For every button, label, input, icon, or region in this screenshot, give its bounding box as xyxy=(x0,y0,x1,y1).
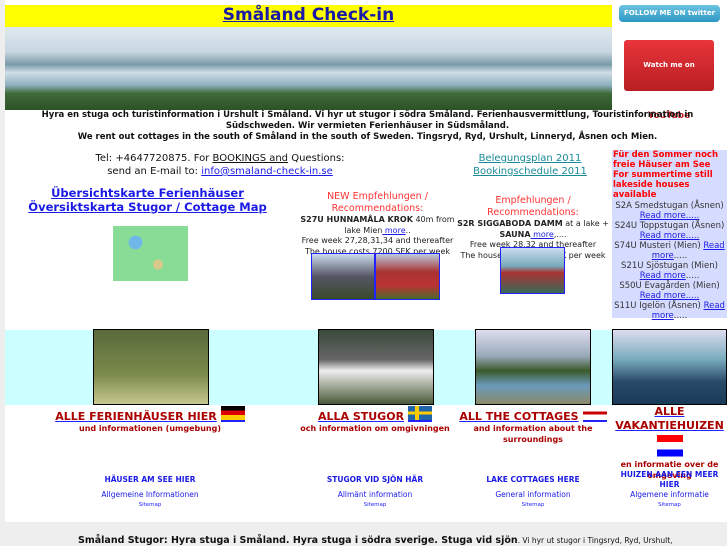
cottage-photo[interactable] xyxy=(375,253,440,300)
schedule-links: Belegungsplan 2011 Bookingschedule 2011 xyxy=(460,152,600,178)
english-links: LAKE COTTAGES HERE General information S… xyxy=(486,475,580,508)
available-houses-panel: Für den Sommer noch freie Häuser am See … xyxy=(612,150,727,321)
list-item: S2A Smedstugan (Åsnen) Read more..... xyxy=(615,201,724,221)
uk-flag-icon[interactable] xyxy=(582,406,607,422)
lake-banner-image xyxy=(5,27,612,110)
sweden-flag-icon[interactable] xyxy=(408,406,433,422)
read-more-link[interactable]: Read more xyxy=(640,271,686,281)
belegungsplan-link[interactable]: Belegungsplan 2011 xyxy=(479,153,582,164)
list-item: S50U Evagården (Mien) Read more..... xyxy=(619,281,720,301)
germany-flag-icon[interactable] xyxy=(220,406,245,422)
english-houses-link[interactable]: ALL THE COTTAGES xyxy=(459,410,578,423)
more-link[interactable]: more xyxy=(382,226,406,235)
cottage-photo[interactable] xyxy=(311,253,375,300)
intro-text: Hyra en stuga och turistinformation i Ur… xyxy=(41,110,694,142)
cottage-map-link[interactable]: Übersichtskarte Ferienhäuser Översiktska… xyxy=(10,186,285,214)
netherlands-flag-icon[interactable] xyxy=(656,435,683,459)
lake-photo[interactable] xyxy=(612,329,727,405)
cottage-photo[interactable] xyxy=(500,247,565,294)
german-links: HÄUSER AM SEE HIER Allgemeine Informatio… xyxy=(101,475,199,508)
dutch-houses-link[interactable]: ALLE VAKANTIEHUIZEN xyxy=(615,405,724,432)
list-item: S24U Toppstugan (Åsnen) Read more..... xyxy=(614,221,725,241)
twitter-follow-button[interactable]: FOLLOW ME ON twitter xyxy=(619,5,720,22)
contact-info: Tel: +4647720875. For BOOKINGS and Quest… xyxy=(95,153,345,177)
list-item: S74U Musteri (Mien) Read more..... xyxy=(614,241,725,261)
swedish-houses-link[interactable]: ALLA STUGOR xyxy=(318,410,404,423)
recommendation-1: NEW Empfehlungen / Recommendations: S27U… xyxy=(300,191,455,256)
cottage-photo[interactable] xyxy=(318,329,434,405)
lang-swedish: ALLA STUGOR och information om omgivning… xyxy=(300,406,450,434)
bookingschedule-link[interactable]: Bookingschedule 2011 xyxy=(473,166,587,177)
list-item: S11U Igelön (Åsnen) Read more..... xyxy=(614,301,725,321)
read-more-link[interactable]: Read more..... xyxy=(640,291,700,301)
lang-english: ALL THE COTTAGES and information about t… xyxy=(452,406,614,445)
moose-photo[interactable] xyxy=(93,329,209,405)
dutch-links: HUIZEN AAN EEN MEER HIER Algemene inform… xyxy=(620,470,719,508)
email-link[interactable]: info@smaland-check-in.se xyxy=(201,166,333,177)
site-title[interactable]: Småland Check-in xyxy=(5,5,612,27)
map-thumbnail[interactable] xyxy=(113,226,188,281)
footer-text: Småland Stugor: Hyra stuga i Småland. Hy… xyxy=(78,535,673,546)
read-more-link[interactable]: Read more..... xyxy=(640,231,700,241)
lake-photo[interactable] xyxy=(475,329,591,405)
german-houses-link[interactable]: ALLE FERIENHÄUSER HIER xyxy=(55,410,217,423)
more-link[interactable]: more xyxy=(531,230,554,239)
read-more-link[interactable]: Read more..... xyxy=(640,211,700,221)
list-item: S21U Sjöstugan (Mien) Read more..... xyxy=(621,261,718,281)
youtube-button[interactable]: Watch me on YouTube xyxy=(624,40,714,122)
lang-german: ALLE FERIENHÄUSER HIER und informationen… xyxy=(50,406,250,434)
swedish-links: STUGOR VID SJÖN HÄR Allmänt information … xyxy=(326,475,424,508)
